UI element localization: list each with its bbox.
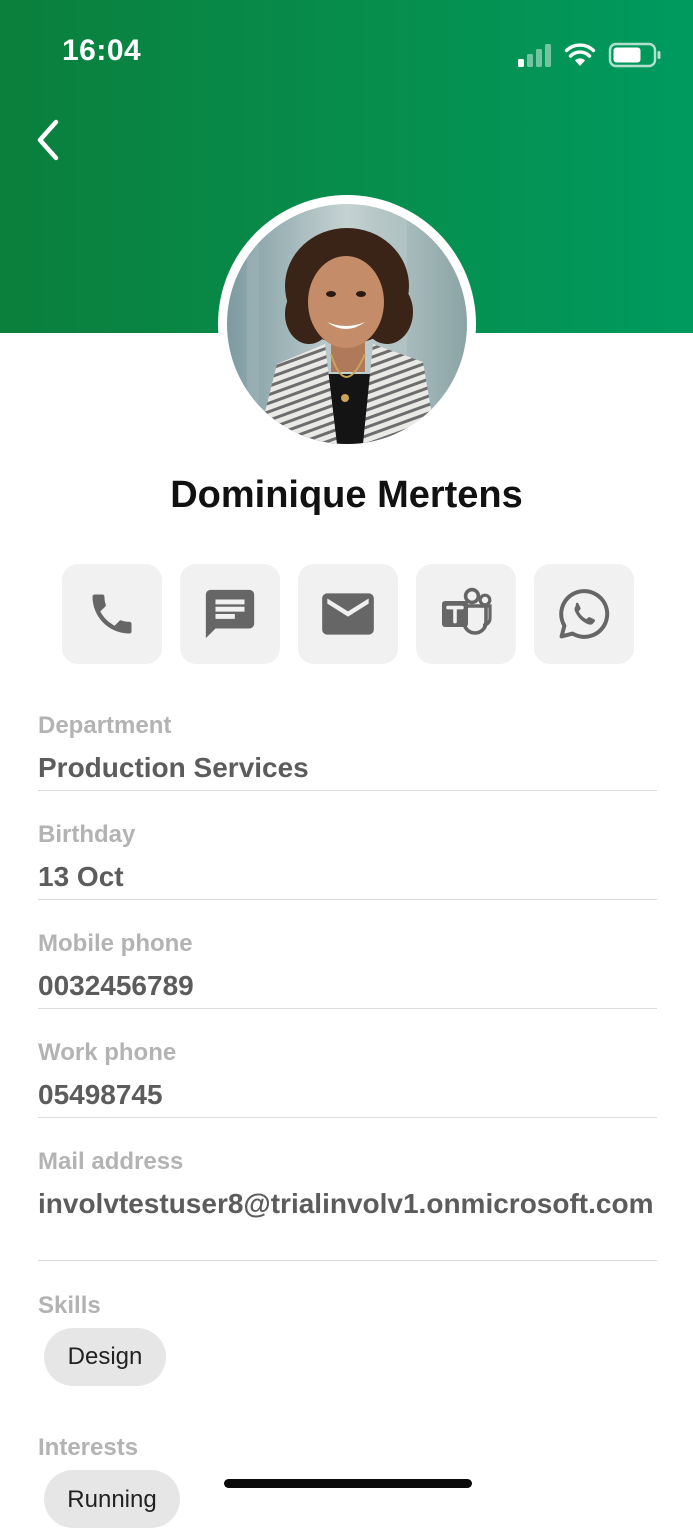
teams-button[interactable] [416, 564, 516, 664]
work-phone-value[interactable]: 05498745 [38, 1077, 663, 1112]
whatsapp-button[interactable] [534, 564, 634, 664]
mail-address-label: Mail address [38, 1148, 184, 1175]
profile-name: Dominique Mertens [170, 474, 523, 516]
signal-icon [518, 44, 551, 67]
message-icon [205, 589, 255, 639]
phone-icon [92, 594, 132, 634]
mobile-phone-field[interactable]: Mobile phone 0032456789 [38, 930, 657, 1009]
department-field: Department Production Services [38, 712, 657, 791]
status-icons [518, 42, 661, 68]
avatar-photo [227, 204, 467, 444]
birthday-field: Birthday 13 Oct [38, 821, 657, 900]
interest-chip[interactable]: Running [44, 1470, 180, 1528]
mail-icon [322, 593, 374, 635]
mail-address-value[interactable]: involvtestuser8@trialinvolv1.onmicrosoft… [38, 1186, 663, 1221]
back-button[interactable] [24, 112, 72, 168]
wifi-icon [564, 43, 596, 66]
teams-icon [442, 587, 492, 635]
department-value: Production Services [38, 752, 309, 783]
chevron-left-icon [37, 119, 59, 161]
battery-icon [608, 42, 661, 68]
status-time: 16:04 [62, 34, 142, 67]
contact-actions [62, 564, 634, 664]
call-button[interactable] [62, 564, 162, 664]
work-phone-label: Work phone [38, 1039, 177, 1066]
mail-address-field[interactable]: Mail address involvtestuser8@trialinvolv… [38, 1148, 657, 1261]
department-label: Department [38, 712, 172, 739]
mobile-phone-value[interactable]: 0032456789 [38, 968, 663, 1003]
email-button[interactable] [298, 564, 398, 664]
skill-chip[interactable]: Design [44, 1328, 166, 1386]
interests-label: Interests [38, 1434, 139, 1461]
birthday-label: Birthday [38, 821, 136, 848]
message-button[interactable] [180, 564, 280, 664]
work-phone-field[interactable]: Work phone 05498745 [38, 1039, 657, 1118]
home-indicator [224, 1479, 472, 1488]
birthday-value: 13 Oct [38, 861, 124, 892]
mobile-phone-label: Mobile phone [38, 930, 193, 957]
whatsapp-icon [559, 589, 610, 639]
skills-label: Skills [38, 1292, 101, 1319]
avatar [227, 204, 467, 444]
